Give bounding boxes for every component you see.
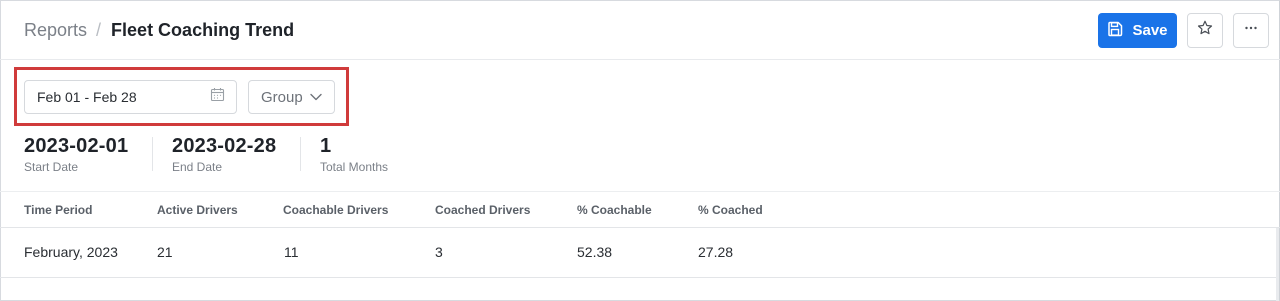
vertical-scrollbar[interactable] xyxy=(1276,228,1279,301)
stat-value: 2023-02-28 xyxy=(172,135,277,157)
cell-coached-drivers: 3 xyxy=(435,244,443,260)
stat-label: Start Date xyxy=(24,160,79,174)
stat-value: 1 xyxy=(320,135,332,157)
stat-label: Total Months xyxy=(320,160,389,174)
star-icon xyxy=(1197,20,1213,41)
column-header-time-period[interactable]: Time Period xyxy=(24,203,92,217)
cell-active-drivers: 21 xyxy=(157,244,173,260)
more-options-button[interactable] xyxy=(1233,13,1269,48)
stat-end-date: 2023-02-28 End Date xyxy=(172,135,276,175)
group-select[interactable]: Group xyxy=(248,80,335,114)
cell-percent-coachable: 52.38 xyxy=(577,244,613,260)
group-select-label: Group xyxy=(261,88,303,106)
calendar-icon xyxy=(210,87,225,107)
column-header-percent-coached[interactable]: % Coached xyxy=(698,203,763,217)
stat-total-months: 1 Total Months xyxy=(320,135,388,175)
cell-coachable-drivers: 11 xyxy=(284,244,299,260)
column-header-active-drivers[interactable]: Active Drivers xyxy=(157,203,238,217)
breadcrumb: Reports / Fleet Coaching Trend xyxy=(24,19,294,41)
chevron-down-icon xyxy=(310,88,322,106)
save-label: Save xyxy=(1132,22,1168,39)
date-range-value: Feb 01 - Feb 28 xyxy=(37,89,137,105)
column-header-percent-coachable[interactable]: % Coachable xyxy=(577,203,652,217)
table-top-border xyxy=(0,191,1280,192)
table-row[interactable]: February, 2023 21 11 3 52.38 27.28 xyxy=(0,228,1276,278)
stat-divider xyxy=(300,137,301,171)
save-button[interactable]: Save xyxy=(1098,13,1177,48)
stat-divider xyxy=(152,137,153,171)
column-header-coachable-drivers[interactable]: Coachable Drivers xyxy=(283,203,388,217)
date-range-picker[interactable]: Feb 01 - Feb 28 xyxy=(24,80,237,114)
stat-start-date: 2023-02-01 Start Date xyxy=(24,135,128,175)
breadcrumb-reports-link[interactable]: Reports xyxy=(24,20,87,41)
breadcrumb-separator: / xyxy=(96,19,102,40)
ellipsis-icon xyxy=(1243,20,1259,41)
stat-label: End Date xyxy=(172,160,223,174)
page-title: Fleet Coaching Trend xyxy=(111,19,295,40)
cell-time-period: February, 2023 xyxy=(24,244,118,260)
cell-percent-coached: 27.28 xyxy=(698,244,734,260)
page-header: Reports / Fleet Coaching Trend Save xyxy=(0,0,1280,60)
floppy-disk-icon xyxy=(1107,21,1123,41)
stat-value: 2023-02-01 xyxy=(24,135,129,157)
favorite-button[interactable] xyxy=(1187,13,1223,48)
column-header-coached-drivers[interactable]: Coached Drivers xyxy=(435,203,530,217)
